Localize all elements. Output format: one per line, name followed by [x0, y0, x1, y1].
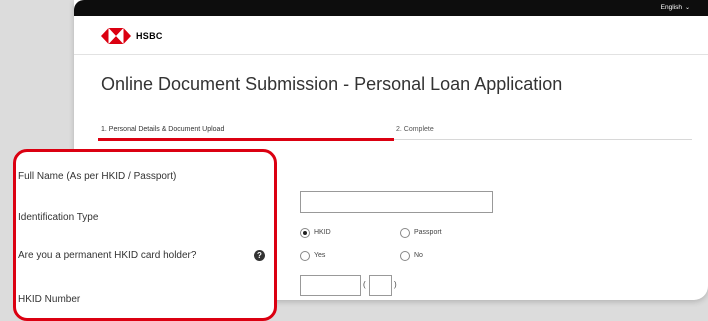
top-bar: English ⌄: [74, 0, 708, 16]
question-circle-icon[interactable]: ?: [254, 250, 265, 261]
step-personal-details: 1. Personal Details & Document Upload: [101, 126, 225, 133]
page-title: Online Document Submission - Personal Lo…: [101, 74, 563, 94]
permanent-no-radio[interactable]: [400, 251, 410, 261]
chevron-down-icon: ⌄: [684, 5, 690, 11]
id-type-passport-radio[interactable]: [400, 228, 410, 238]
permanent-holder-label: Are you a permanent HKID card holder?: [18, 250, 197, 261]
step-progress-active: [98, 138, 394, 141]
full-name-input[interactable]: [300, 191, 493, 213]
hkid-paren-close: ): [394, 280, 397, 289]
hkid-number-label: HKID Number: [18, 294, 81, 305]
permanent-yes-label: Yes: [314, 252, 326, 259]
step-complete: 2. Complete: [396, 126, 434, 133]
permanent-no-label: No: [414, 252, 423, 259]
hkid-number-input[interactable]: [300, 275, 361, 296]
id-type-hkid-label: HKID: [314, 229, 331, 236]
full-name-label: Full Name (As per HKID / Passport): [18, 171, 177, 182]
id-type-label: Identification Type: [18, 212, 99, 223]
hsbc-logo[interactable]: HSBC: [101, 28, 196, 48]
hkid-check-digit-input[interactable]: [369, 275, 392, 296]
language-selector[interactable]: English ⌄: [661, 3, 690, 13]
id-type-hkid-radio[interactable]: [300, 228, 310, 238]
hsbc-hexagon-icon: [101, 28, 131, 44]
header-divider: [74, 54, 708, 55]
hkid-paren-open: (: [363, 280, 366, 289]
id-type-passport-label: Passport: [414, 229, 442, 236]
permanent-yes-radio[interactable]: [300, 251, 310, 261]
brand-name: HSBC: [136, 31, 163, 41]
